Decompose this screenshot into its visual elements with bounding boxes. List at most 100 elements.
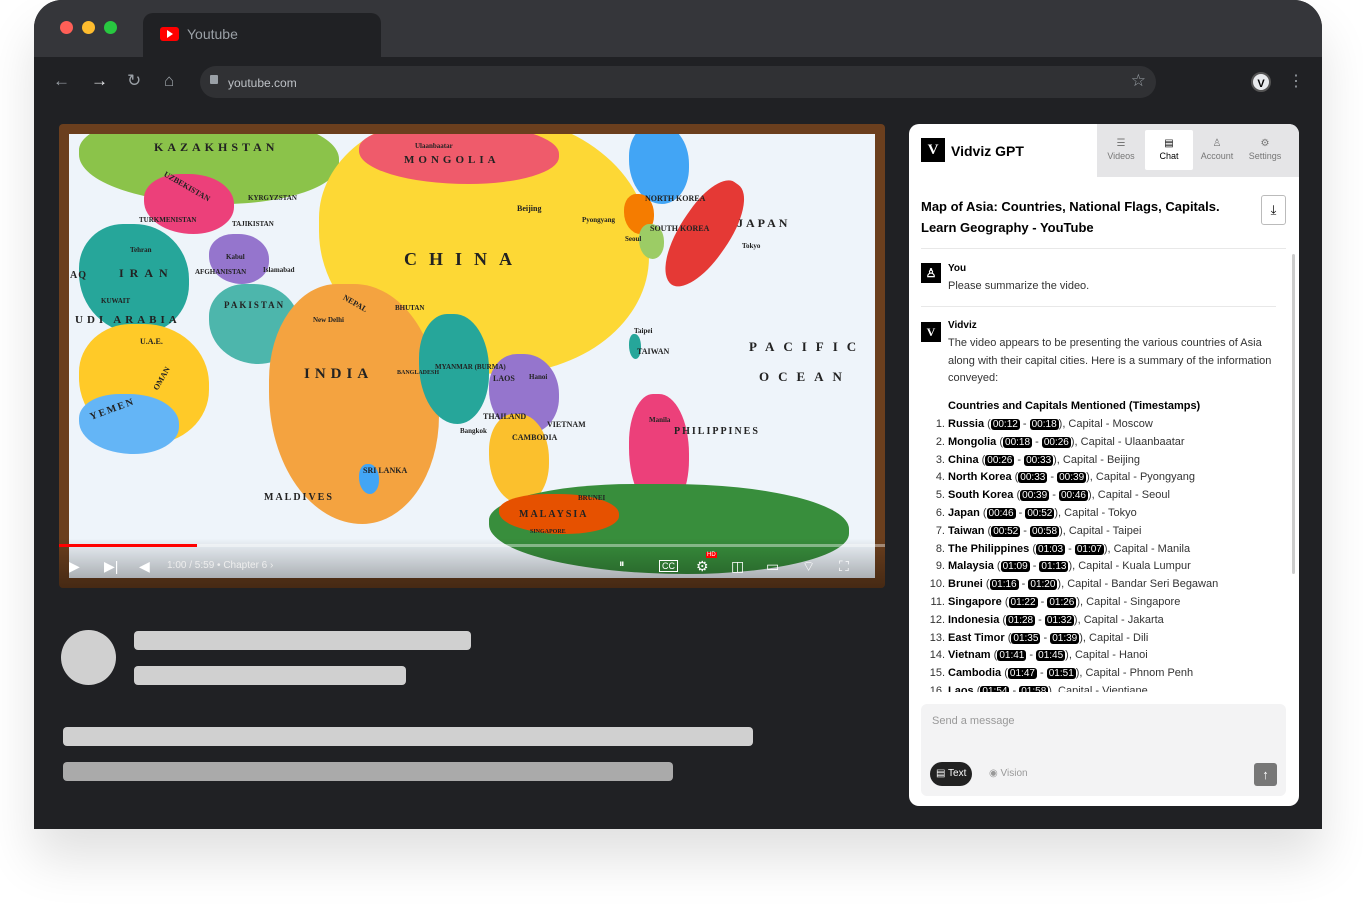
vidviz-logo: V (921, 138, 945, 162)
volume-icon[interactable]: ◀ (139, 558, 150, 575)
minimize-window-button[interactable] (82, 21, 95, 34)
text-mode-label: Text (948, 768, 967, 779)
timestamp-start[interactable]: 00:18 (1003, 436, 1033, 448)
country-item: 14. Vietnam (01:41 - 01:45), Capital - Ha… (930, 647, 1273, 665)
captions-button[interactable]: CC (659, 560, 678, 572)
timestamp-start[interactable]: 00:39 (1020, 490, 1050, 502)
timestamp-end[interactable]: 01:39 (1050, 632, 1080, 644)
close-window-button[interactable] (60, 21, 73, 34)
video-player[interactable]: KAZAKHSTAN MONGOLIA Ulaanbaatar CHINA Be… (59, 124, 885, 588)
user-icon: ♙ (1212, 138, 1222, 149)
map-label: U.A.E. (140, 337, 163, 346)
download-button[interactable]: ⤓ (1261, 195, 1286, 225)
timestamp-start[interactable]: 01:47 (1007, 668, 1037, 680)
timestamp-end[interactable]: 00:39 (1057, 472, 1087, 484)
timestamp-start[interactable]: 01:35 (1011, 632, 1041, 644)
brand-name: Vidviz GPT (951, 143, 1024, 159)
country-name: Russia (948, 417, 985, 430)
chat-scrollbar[interactable] (1292, 254, 1295, 574)
autoplay-toggle[interactable]: ⏸ (619, 558, 625, 571)
tab-account[interactable]: ♙ Account (1193, 130, 1241, 170)
country-name: Laos (948, 684, 974, 692)
more-menu-icon[interactable]: ⋮ (1288, 71, 1304, 91)
timestamp-start[interactable]: 00:46 (986, 507, 1016, 519)
tab-label: Settings (1248, 151, 1282, 161)
address-bar[interactable]: youtube.com ☆ (200, 66, 1156, 98)
timestamp-start[interactable]: 01:09 (1000, 561, 1030, 573)
back-icon[interactable]: ← (53, 71, 70, 91)
timestamp-start[interactable]: 01:16 (989, 579, 1019, 591)
timestamp-start[interactable]: 00:52 (991, 525, 1021, 537)
timestamp-start[interactable]: 01:54 (980, 685, 1010, 692)
timestamp-end[interactable]: 01:45 (1036, 650, 1066, 662)
timestamp-end[interactable]: 00:33 (1024, 454, 1054, 466)
timestamp-end[interactable]: 01:26 (1047, 596, 1077, 608)
description-placeholder (63, 762, 673, 781)
next-icon[interactable]: ▶| (104, 558, 118, 575)
divider (921, 248, 1286, 249)
progress-bar[interactable] (59, 544, 885, 547)
country-name: Singapore (948, 595, 1002, 608)
timestamp-start[interactable]: 01:41 (997, 650, 1027, 662)
home-icon[interactable]: ⌂ (164, 71, 174, 91)
title-bar: Youtube (34, 0, 1322, 57)
forward-icon[interactable]: → (91, 71, 108, 91)
cast-icon[interactable]: ⌔ (802, 558, 815, 576)
tab-label: Videos (1107, 151, 1135, 161)
timestamp-end[interactable]: 00:58 (1030, 525, 1060, 537)
capital-name: Moscow (1112, 417, 1153, 430)
reload-icon[interactable]: ↻ (127, 71, 141, 91)
timestamp-start[interactable]: 01:22 (1008, 596, 1038, 608)
map-label: Bangkok (460, 427, 487, 435)
timestamp-end[interactable]: 01:51 (1046, 668, 1076, 680)
settings-gear-icon[interactable]: ⚙ (696, 558, 709, 575)
timestamp-start[interactable]: 00:26 (985, 454, 1015, 466)
timestamp-end[interactable]: 01:13 (1039, 561, 1069, 573)
send-button[interactable]: ↑ (1254, 763, 1277, 786)
item-number: 3. (935, 453, 945, 466)
timestamp-start[interactable]: 01:28 (1006, 614, 1036, 626)
item-number: 11. (930, 595, 945, 608)
maximize-window-button[interactable] (104, 21, 117, 34)
tab-videos[interactable]: ☰ Videos (1097, 130, 1145, 170)
timestamp-end[interactable]: 00:18 (1029, 418, 1059, 430)
chapter-link[interactable]: • Chapter 6 › (217, 560, 273, 571)
lock-icon (210, 75, 218, 84)
map-label: MALDIVES (264, 492, 334, 503)
message-text: Please summarize the video. (948, 279, 1090, 292)
timestamp-end[interactable]: 01:58 (1019, 685, 1049, 692)
extension-icon[interactable]: V (1251, 72, 1271, 92)
timestamp-end[interactable]: 01:20 (1028, 579, 1058, 591)
bookmark-star-icon[interactable]: ☆ (1131, 71, 1146, 91)
fullscreen-icon[interactable]: ⛶ (839, 558, 849, 575)
country-name: Malaysia (948, 560, 994, 573)
map-label: KAZAKHSTAN (154, 140, 279, 154)
message-input[interactable]: Send a message ▤ Text ◉ Vision ↑ (921, 704, 1286, 796)
theater-mode-icon[interactable]: ▭ (766, 558, 779, 575)
timestamp-start[interactable]: 00:33 (1018, 472, 1048, 484)
timestamp-end[interactable]: 01:07 (1074, 543, 1104, 555)
timestamp-end[interactable]: 00:46 (1058, 490, 1088, 502)
country-name: China (948, 453, 979, 466)
browser-tab[interactable]: Youtube (143, 13, 381, 57)
capital-name: Beijing (1106, 453, 1140, 466)
text-mode-button[interactable]: ▤ Text (930, 762, 973, 786)
chat-icon: ▤ (1164, 138, 1174, 149)
miniplayer-icon[interactable]: ◫ (731, 558, 744, 575)
item-number: 8. (935, 542, 945, 555)
user-message: You Please summarize the video. (948, 260, 1273, 296)
country-item: 15. Cambodia (01:47 - 01:51), Capital - P… (930, 665, 1273, 683)
tab-chat[interactable]: ▤ Chat (1145, 130, 1193, 170)
timestamp-end[interactable]: 01:32 (1044, 614, 1074, 626)
timestamp-start[interactable]: 01:03 (1036, 543, 1066, 555)
map-label: New Delhi (313, 316, 344, 324)
item-number: 14. (929, 649, 945, 662)
tab-settings[interactable]: ⚙ Settings (1241, 130, 1289, 170)
country-item: 13. East Timor (01:35 - 01:39), Capital -… (930, 630, 1273, 648)
vision-mode-button[interactable]: ◉ Vision (989, 762, 1028, 786)
timestamp-end[interactable]: 00:26 (1041, 436, 1071, 448)
timestamp-end[interactable]: 00:52 (1025, 507, 1055, 519)
play-icon[interactable]: ▶ (69, 558, 80, 575)
country-name: Indonesia (948, 613, 1000, 626)
timestamp-start[interactable]: 00:12 (990, 418, 1020, 430)
